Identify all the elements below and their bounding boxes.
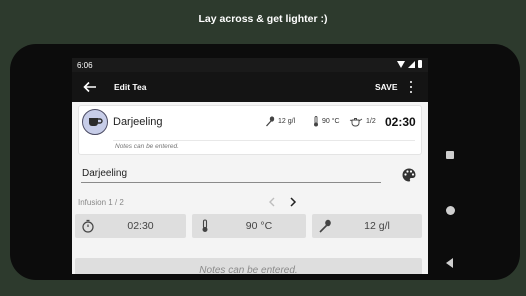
amount-input-value: 12 g/l [364,220,390,232]
card-divider [113,140,415,141]
spoon-icon [319,219,331,233]
amount-field[interactable]: 12 g/l [312,214,422,238]
infusion-value: 1/2 [366,118,376,125]
back-arrow-icon[interactable] [82,79,98,95]
status-bar: 6:06 [72,58,428,72]
teapot-icon [349,118,363,127]
tea-name-input-value: Darjeeling [82,168,128,179]
next-infusion-icon[interactable] [289,197,297,207]
signal-icon [408,60,415,68]
tea-name-input[interactable]: Darjeeling [81,166,381,183]
marketing-caption: Lay across & get lighter :) [198,13,328,25]
previous-infusion-icon[interactable] [268,197,276,207]
tea-cup-icon[interactable] [82,109,108,135]
infusion-label: Infusion 1 / 2 [78,198,124,207]
temperature-input-value: 90 °C [245,220,273,232]
notes-input[interactable]: Notes can be entered. [75,258,422,274]
time-value: 02:30 [127,220,154,232]
temperature-value: 90 °C [322,118,340,125]
thermometer-icon [314,116,318,127]
card-notes: Notes can be entered. [115,143,179,150]
palette-icon[interactable] [401,167,417,183]
edit-content: Darjeeling 12 g/l 90 °C 1/2 02:30 Notes … [72,102,428,274]
page-title: Edit Tea [114,82,147,92]
stopwatch-icon [82,219,94,233]
app-bar: Edit Tea SAVE [72,72,428,102]
thermometer-icon [202,219,208,232]
spoon-icon [266,116,275,127]
wifi-icon [397,60,405,68]
amount-stat: 12 g/l [265,116,295,127]
temperature-stat: 90 °C [313,116,340,127]
home-icon[interactable] [446,206,455,215]
app-screen: 6:06 Edit Tea SAVE Darjeeling 12 g/l 90 … [72,58,428,274]
amount-value: 12 g/l [278,118,296,125]
notes-placeholder: Notes can be entered. [199,265,298,274]
tea-preview-card: Darjeeling 12 g/l 90 °C 1/2 02:30 Notes … [78,105,422,155]
brew-time: 02:30 [385,115,416,129]
tea-name: Darjeeling [113,116,163,128]
time-field[interactable]: 02:30 [75,214,186,238]
save-button[interactable]: SAVE [375,82,398,92]
battery-icon [418,60,422,68]
status-time: 6:06 [77,61,93,70]
system-back-icon[interactable] [446,258,453,268]
infusion-stat: 1/2 [349,116,376,127]
more-options-icon[interactable] [406,79,416,95]
recents-icon[interactable] [446,151,454,159]
temperature-field[interactable]: 90 °C [192,214,306,238]
